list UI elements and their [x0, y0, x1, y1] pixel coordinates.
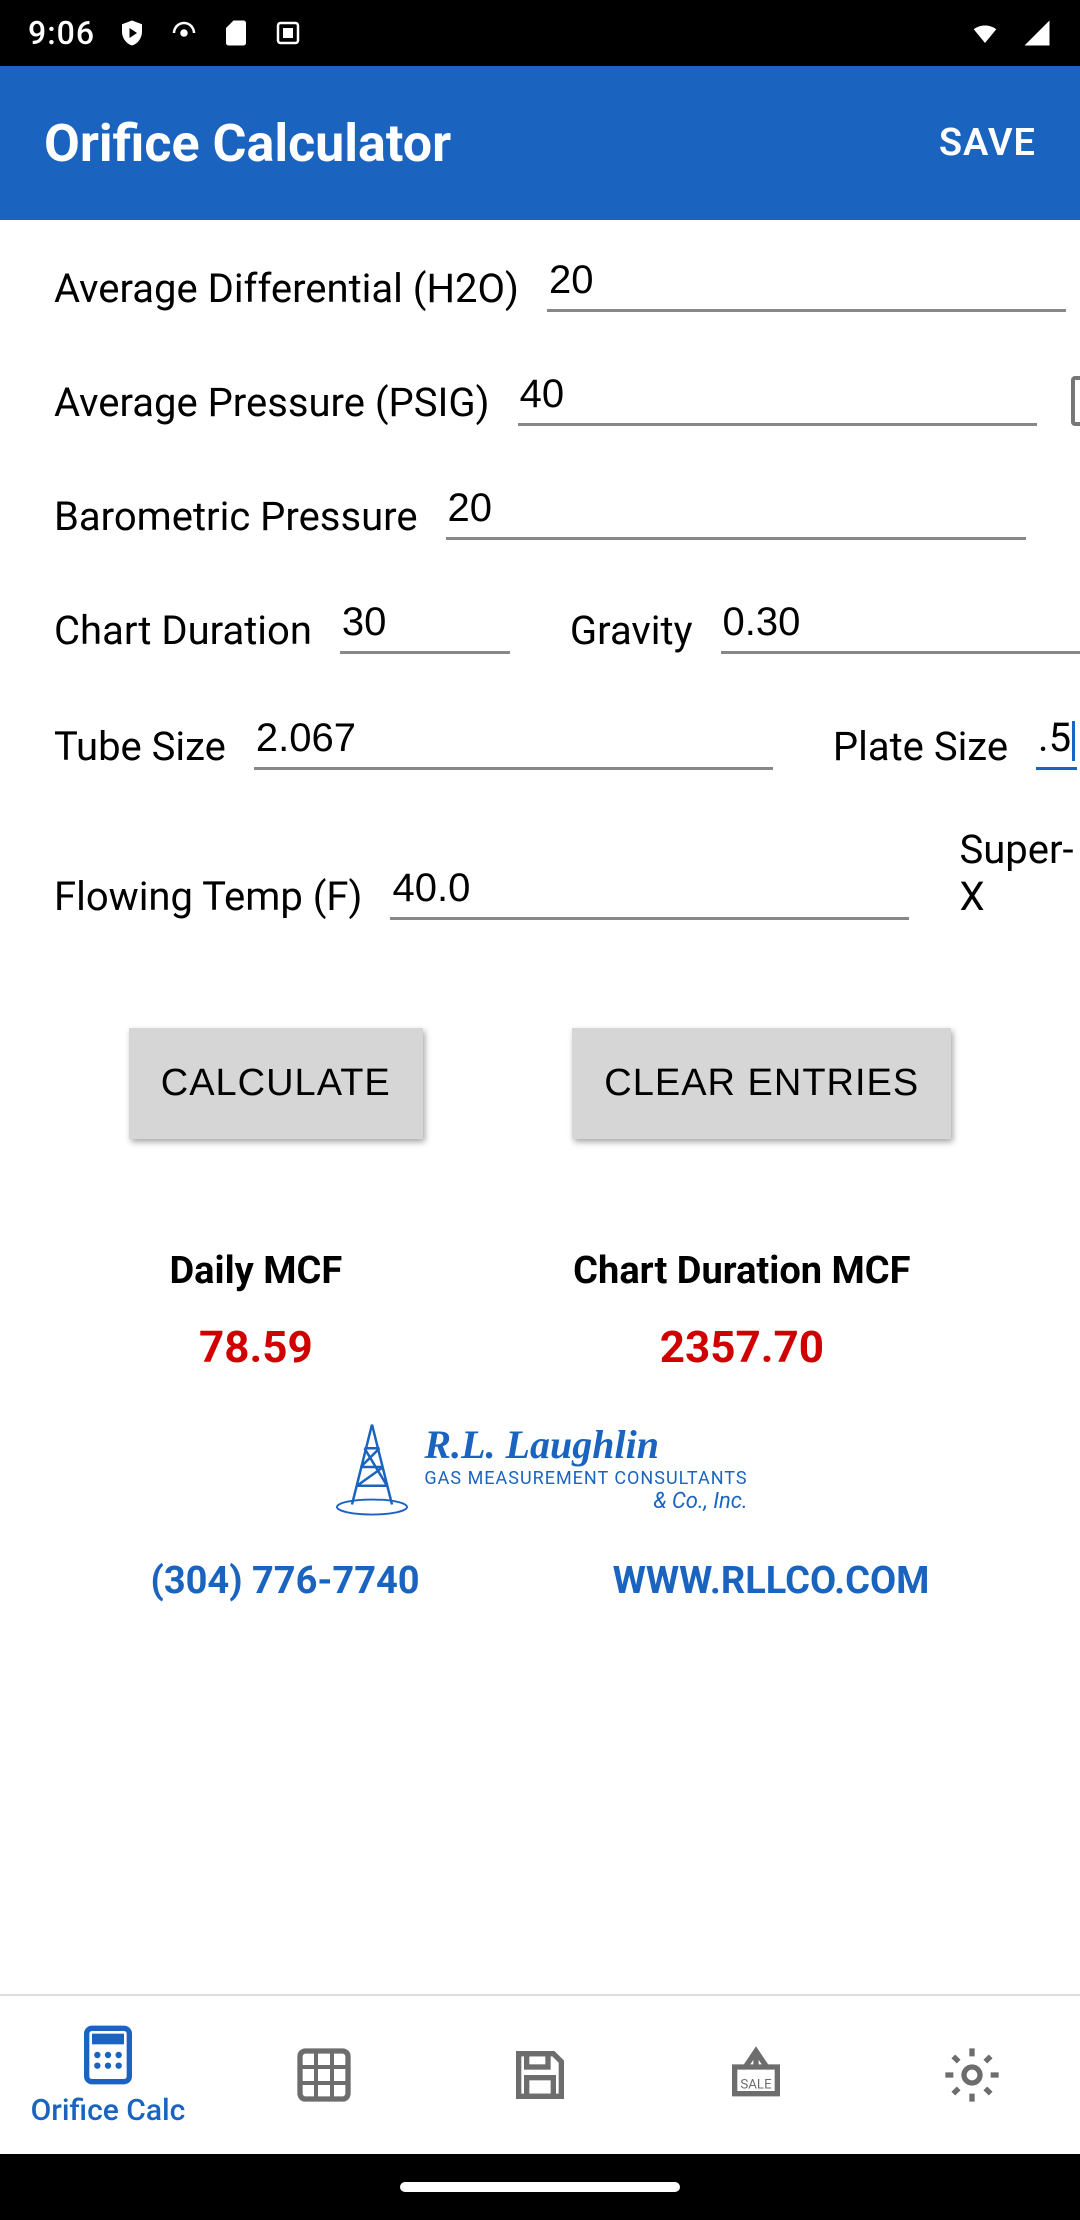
form-content: Average Differential (H2O) Average Press…: [0, 220, 1080, 1994]
avg-pressure-input[interactable]: [518, 368, 1037, 426]
chart-duration-mcf-label: Chart Duration MCF: [573, 1249, 910, 1293]
tab-orifice-calc[interactable]: Orifice Calc: [0, 1996, 216, 2154]
text-cursor-icon: [1072, 721, 1075, 761]
phone-link[interactable]: (304) 776-7740: [151, 1559, 420, 1603]
daily-mcf-label: Daily MCF: [169, 1249, 342, 1293]
svg-text:SALE: SALE: [740, 2077, 772, 2092]
table-calc-icon: [292, 2043, 356, 2107]
company-name: R.L. Laughlin: [424, 1421, 747, 1468]
screenshot-icon: [273, 18, 303, 48]
save-button[interactable]: SAVE: [939, 121, 1036, 165]
barometric-input[interactable]: [446, 482, 1026, 540]
company-logo: R.L. Laughlin GAS MEASUREMENT CONSULTANT…: [54, 1417, 1026, 1521]
signal-icon: [1022, 18, 1052, 48]
page-title: Orifice Calculator: [44, 113, 451, 174]
tab-save[interactable]: [432, 1996, 648, 2154]
tube-size-label: Tube Size: [54, 723, 226, 770]
derrick-icon: [332, 1417, 412, 1517]
tab-sale[interactable]: SALE: [648, 1996, 864, 2154]
home-pill[interactable]: [400, 2182, 680, 2192]
chart-duration-input[interactable]: [340, 596, 510, 654]
gravity-label: Gravity: [570, 607, 693, 654]
hotspot-icon: [169, 18, 199, 48]
plate-size-label: Plate Size: [833, 723, 1008, 770]
company-suffix: & Co., Inc.: [424, 1489, 747, 1514]
website-link[interactable]: WWW.RLLCO.COM: [613, 1559, 930, 1603]
flowing-temp-label: Flowing Temp (F): [54, 873, 362, 920]
plate-size-input[interactable]: .5: [1036, 710, 1077, 770]
clear-entries-button[interactable]: CLEAR ENTRIES: [572, 1028, 951, 1139]
avg-differential-label: Average Differential (H2O): [54, 265, 519, 312]
android-status-bar: 9:06: [0, 0, 1080, 66]
chart-duration-mcf-value: 2357.70: [573, 1321, 910, 1373]
calculator-icon: [76, 2023, 140, 2087]
wifi-icon: [970, 18, 1000, 48]
app-bar: Orifice Calculator SAVE: [0, 66, 1080, 220]
tab-settings[interactable]: [864, 1996, 1080, 2154]
barometric-label: Barometric Pressure: [54, 493, 418, 540]
tab-table-calc[interactable]: [216, 1996, 432, 2154]
gear-icon: [940, 2043, 1004, 2107]
tube-size-input[interactable]: [254, 712, 773, 770]
avg-pressure-label: Average Pressure (PSIG): [54, 379, 490, 426]
android-nav-bar: [0, 2154, 1080, 2220]
calculate-button[interactable]: CALCULATE: [129, 1028, 423, 1139]
gravity-input[interactable]: [721, 596, 1080, 654]
flowing-temp-input[interactable]: [390, 862, 909, 920]
negative-checkbox[interactable]: [1071, 376, 1080, 426]
sd-card-icon: [221, 18, 251, 48]
sale-sign-icon: SALE: [724, 2043, 788, 2107]
status-time: 9:06: [28, 14, 95, 52]
floppy-icon: [508, 2043, 572, 2107]
super-x-label: Super-X: [959, 826, 1080, 920]
company-tagline: GAS MEASUREMENT CONSULTANTS: [424, 1468, 747, 1489]
bottom-tab-bar: Orifice Calc SALE: [0, 1994, 1080, 2154]
avg-differential-input[interactable]: [547, 254, 1066, 312]
tab-orifice-calc-label: Orifice Calc: [31, 2093, 186, 2128]
chart-duration-label: Chart Duration: [54, 607, 312, 654]
play-shield-icon: [117, 18, 147, 48]
daily-mcf-value: 78.59: [169, 1321, 342, 1373]
